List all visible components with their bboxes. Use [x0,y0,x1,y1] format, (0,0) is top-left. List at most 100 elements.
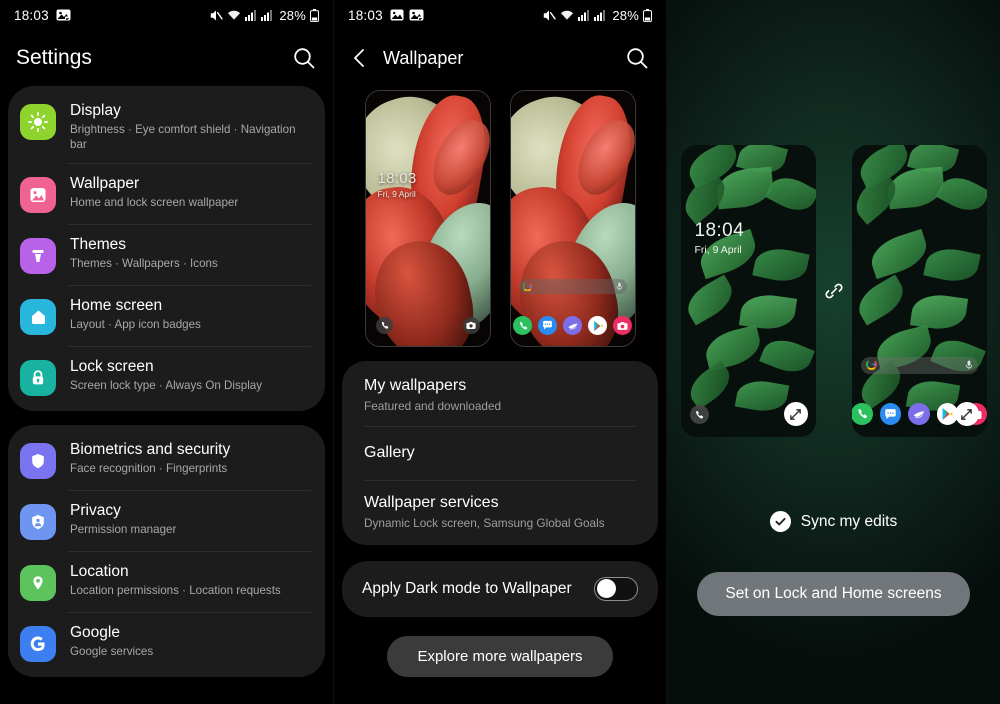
settings-row-google[interactable]: Google Google services [8,612,325,673]
settings-row-title: Lock screen [70,358,154,375]
sync-my-edits-row[interactable]: Sync my edits [769,511,898,532]
search-icon[interactable] [291,45,317,71]
google-search-bar[interactable] [860,357,978,375]
settings-row-subtitle: Themes · Wallpapers · Icons [70,257,218,270]
settings-row-display[interactable]: Display Brightness · Eye comfort shield … [8,90,325,163]
leaf-wallpaper-image [680,145,816,437]
settings-row-subtitle: Screen lock type · Always On Display [70,379,263,392]
status-bar-time: 18:03 [348,7,383,23]
signal-icon [578,9,590,21]
play-store-icon [588,316,607,335]
dark-mode-toggle-row[interactable]: Apply Dark mode to Wallpaper [342,561,658,617]
wallpaper-row-services[interactable]: Wallpaper services Dynamic Lock screen, … [342,480,658,543]
google-search-bar [518,278,627,296]
screenshot-icon [409,9,424,21]
status-bar: 18:03 28% [0,0,333,30]
settings-row-title: Google [70,624,120,641]
image-icon [390,9,404,21]
settings-group: Display Brightness · Eye comfort shield … [8,86,325,411]
wallpaper-apply-panel: 18:04 Fri, 9 April Sync my edits Set on … [667,0,1000,704]
set-wallpaper-button[interactable]: Set on Lock and Home screens [697,572,970,616]
wallpaper-row-subtitle: Featured and downloaded [364,399,502,413]
wallpaper-preview-row: 18:03 Fri, 9 April [334,86,666,361]
settings-row-home-screen[interactable]: Home screen Layout · App icon badges [8,285,325,346]
settings-row-wallpaper[interactable]: Wallpaper Home and lock screen wallpaper [8,163,325,224]
settings-list: Display Brightness · Eye comfort shield … [0,86,333,677]
sync-my-edits-label: Sync my edits [800,512,898,530]
phone-icon [689,405,709,424]
settings-row-subtitle: Home and lock screen wallpaper [70,196,239,209]
back-arrow-icon[interactable] [350,47,370,69]
status-bar-system-icons: 28% [209,8,319,23]
google-icon [20,626,56,662]
internet-icon [908,403,930,425]
settings-toolbar: Settings [0,30,333,86]
microphone-icon [965,357,973,375]
dark-mode-label: Apply Dark mode to Wallpaper [362,580,572,597]
settings-row-biometrics[interactable]: Biometrics and security Face recognition… [8,429,325,490]
microphone-icon [616,278,623,296]
wifi-icon [227,9,241,21]
wallpaper-row-title: My wallpapers [364,377,467,394]
dock [511,316,635,335]
wallpaper-sources-card: My wallpapers Featured and downloaded Ga… [342,361,658,545]
flower-wallpaper-image [365,91,490,346]
mute-icon [209,9,224,22]
apply-lock-preview[interactable]: 18:04 Fri, 9 April [680,145,816,437]
lock-screen-preview[interactable]: 18:03 Fri, 9 April [364,90,491,347]
google-g-icon [865,357,877,375]
explore-more-wallpapers-button[interactable]: Explore more wallpapers [387,636,613,677]
preview-clock: 18:04 Fri, 9 April [695,220,745,256]
mute-icon [542,9,557,22]
wallpaper-toolbar: Wallpaper [334,30,666,86]
wallpaper-row-title: Gallery [364,444,415,461]
signal-icon [245,9,257,21]
settings-row-location[interactable]: Location Location permissions · Location… [8,551,325,612]
home-screen-preview[interactable] [509,90,636,347]
settings-row-subtitle: Location permissions · Location requests [70,584,281,597]
edit-lock-wallpaper-button[interactable] [783,402,808,426]
wifi-icon [560,9,574,21]
page-title: Settings [16,46,92,69]
settings-row-title: Biometrics and security [70,441,231,458]
settings-row-subtitle: Brightness · Eye comfort shield · Naviga… [70,123,296,151]
preview-clock: 18:03 Fri, 9 April [378,171,417,200]
settings-row-subtitle: Face recognition · Fingerprints [70,462,228,475]
apply-home-preview[interactable] [851,145,987,437]
check-icon[interactable] [769,511,791,532]
status-bar-time: 18:03 [14,7,49,23]
brightness-icon [20,104,56,140]
settings-panel: 18:03 28% Settings Display Brightness · … [0,0,333,704]
wallpaper-row-gallery[interactable]: Gallery [342,426,658,480]
phone-icon [375,317,393,334]
privacy-shield-icon [20,504,56,540]
dark-mode-switch[interactable] [594,577,638,601]
settings-row-privacy[interactable]: Privacy Permission manager [8,490,325,551]
phone-icon [513,316,532,335]
home-icon [20,299,56,335]
page-title: Wallpaper [383,47,464,68]
signal-icon [261,9,273,21]
settings-row-lock-screen[interactable]: Lock screen Screen lock type · Always On… [8,346,325,407]
wallpaper-row-my-wallpapers[interactable]: My wallpapers Featured and downloaded [342,363,658,426]
settings-row-themes[interactable]: Themes Themes · Wallpapers · Icons [8,224,325,285]
status-bar-system-icons: 28% [542,8,652,23]
battery-icon [643,8,652,22]
settings-group: Biometrics and security Face recognition… [8,425,325,677]
settings-row-title: Display [70,102,121,119]
settings-row-subtitle: Google services [70,645,154,658]
settings-row-title: Home screen [70,297,163,314]
preview-clock-time: 18:04 [694,220,745,241]
screenshot-icon [56,9,71,21]
status-bar: 18:03 28% [334,0,666,30]
settings-row-subtitle: Permission manager [70,523,177,536]
shield-icon [20,443,56,479]
edit-home-wallpaper-button[interactable] [954,402,979,426]
settings-row-title: Privacy [70,502,121,519]
messages-icon [879,403,902,425]
wallpaper-row-title: Wallpaper services [364,494,499,511]
apply-preview-row: 18:04 Fri, 9 April [680,145,987,437]
search-icon[interactable] [624,45,650,71]
google-g-icon [522,278,532,296]
preview-clock-date: Fri, 9 April [694,244,742,256]
